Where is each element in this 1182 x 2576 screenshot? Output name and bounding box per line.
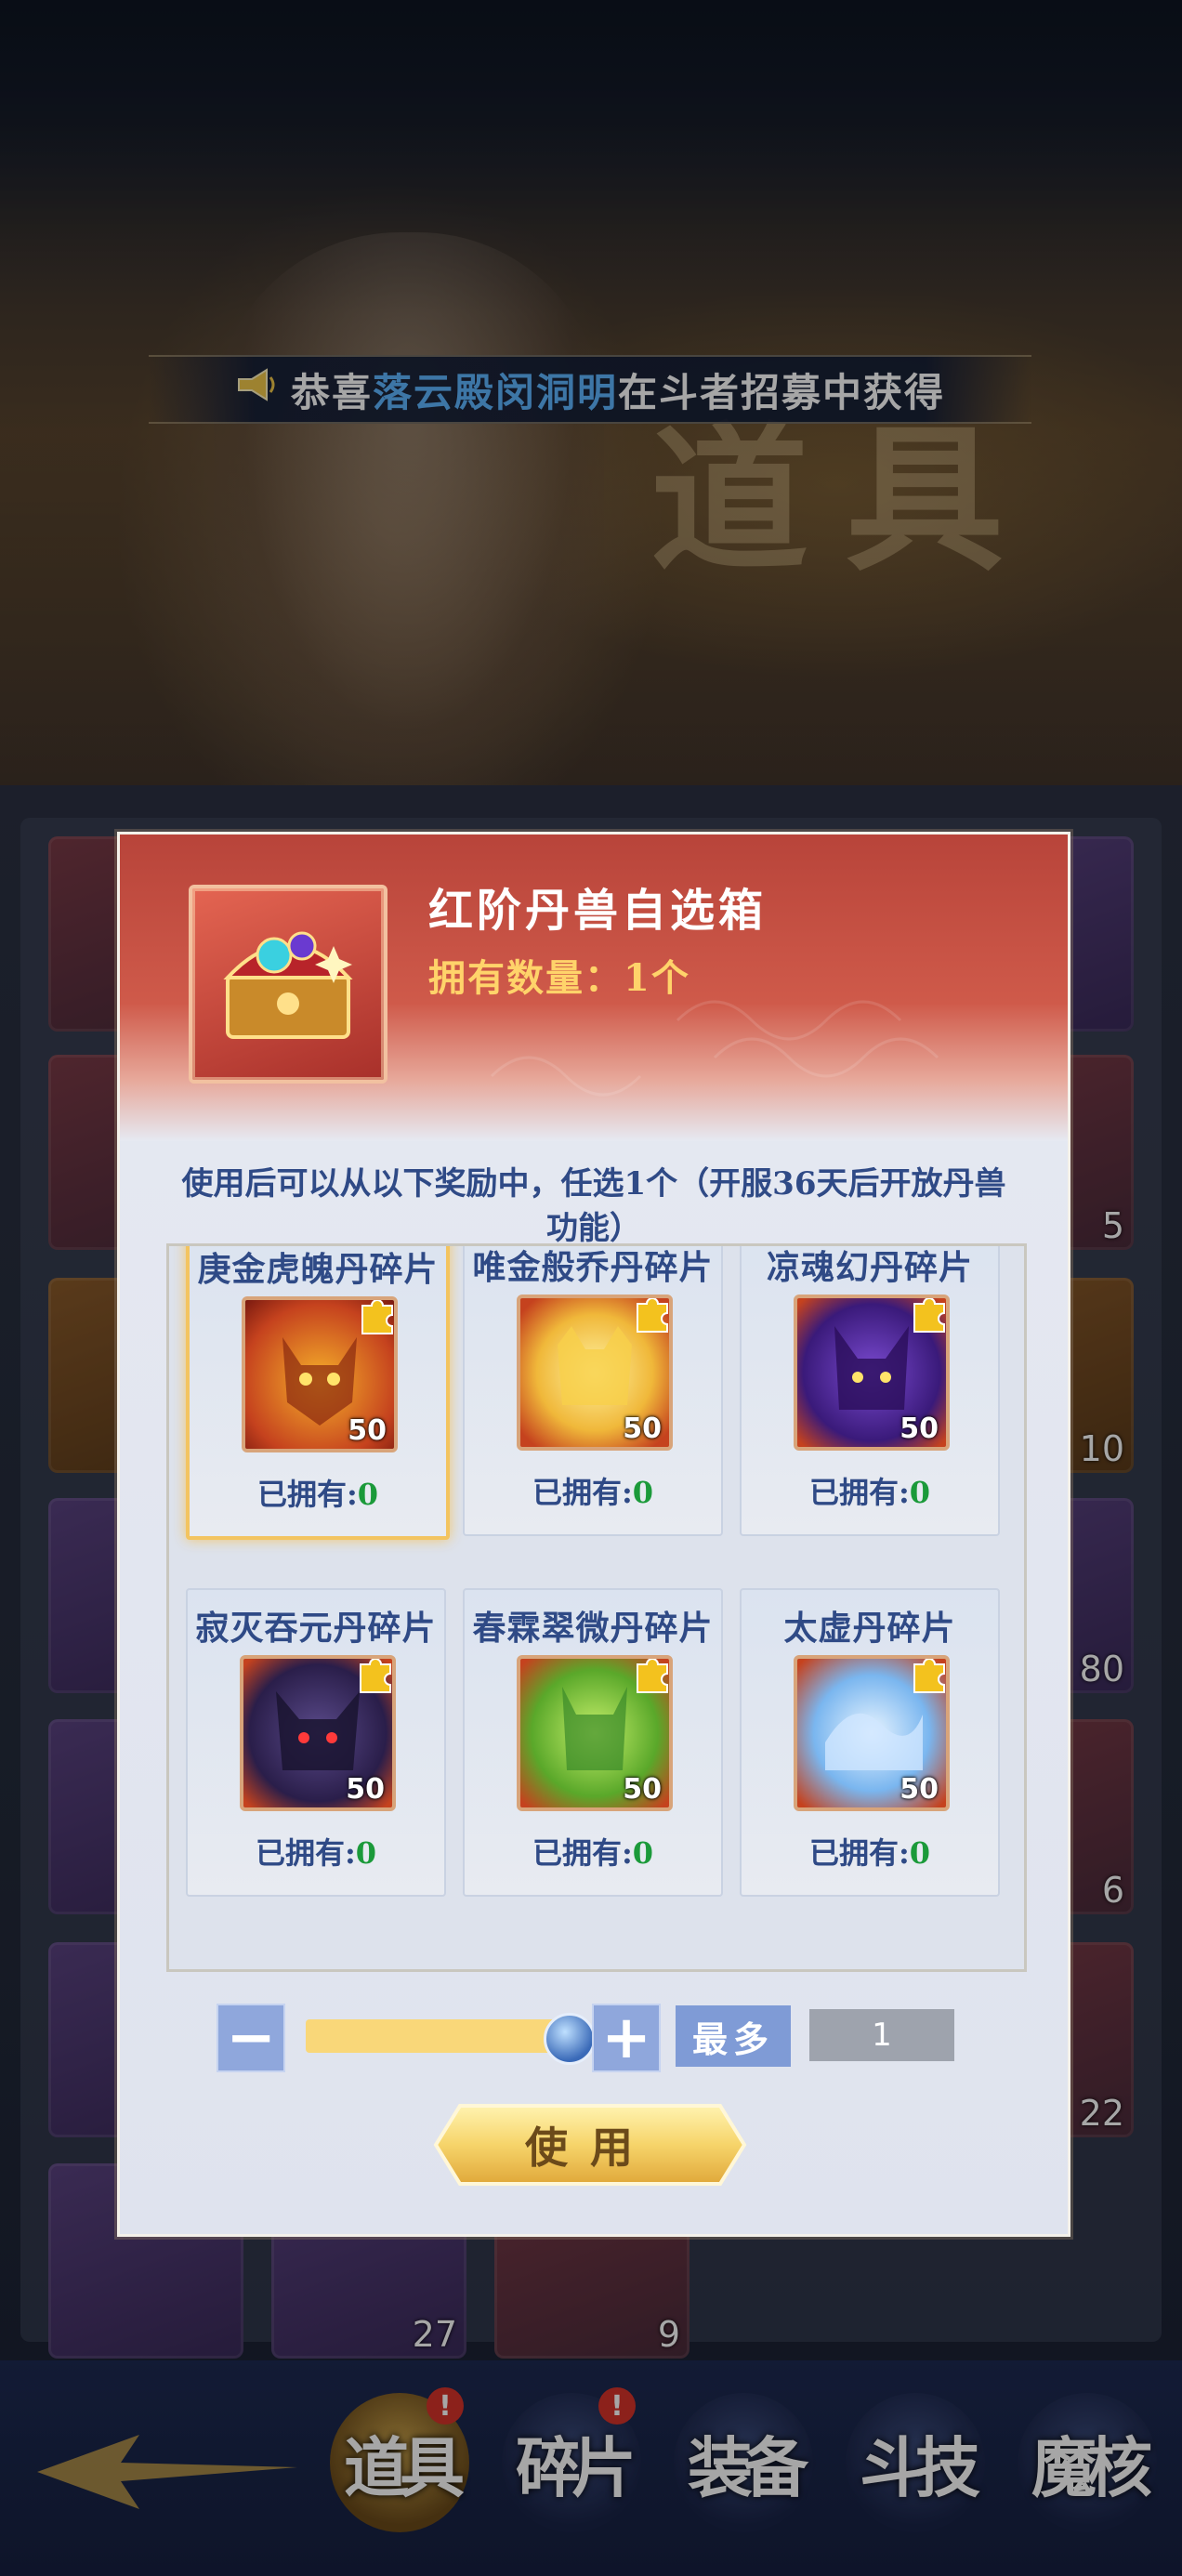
reward-count: 50 [348, 1414, 387, 1447]
dialog-header: 红阶丹兽自选箱 拥有数量：1个 [120, 835, 1068, 1141]
purple-fox-beast-icon: 50 [794, 1295, 950, 1451]
owned-value: 0 [357, 1477, 379, 1512]
increase-button[interactable]: + [592, 2004, 661, 2072]
reward-owned: 已拥有:0 [742, 1830, 998, 1873]
item-icon-frame [189, 885, 387, 1084]
dialog-item-name: 红阶丹兽自选箱 [428, 885, 768, 937]
reward-name: 太虚丹碎片 [783, 1609, 956, 1648]
reward-options-list[interactable]: 庚金虎魄丹碎片 50 已拥有:0 唯金般乔丹碎片 50 已拥有:0 凉魂幻丹碎片… [166, 1243, 1027, 1972]
fragment-puzzle-icon [360, 1659, 391, 1693]
reward-count: 50 [900, 1413, 939, 1445]
reward-name: 寂灭吞元丹碎片 [195, 1609, 437, 1648]
reward-count: 50 [900, 1773, 939, 1806]
reward-name: 唯金般乔丹碎片 [472, 1248, 714, 1287]
reward-count: 50 [346, 1773, 385, 1806]
reward-owned: 已拥有:0 [465, 1830, 721, 1873]
owned-value: 0 [355, 1835, 377, 1871]
reward-count: 50 [623, 1413, 662, 1445]
reward-name: 凉魂幻丹碎片 [766, 1248, 973, 1287]
owned-label: 已拥有: [255, 1835, 356, 1871]
gold-cat-beast-icon: 50 [517, 1295, 673, 1451]
owned-label: 已拥有: [532, 1475, 633, 1510]
green-deer-beast-icon: 50 [517, 1655, 673, 1811]
fragment-puzzle-icon [637, 1298, 668, 1333]
owned-label: 已拥有: [808, 1835, 910, 1871]
reward-card[interactable]: 唯金般乔丹碎片 50 已拥有:0 [463, 1246, 723, 1536]
owned-value: 0 [909, 1475, 931, 1510]
owned-value: 0 [909, 1835, 931, 1871]
fragment-puzzle-icon [361, 1300, 393, 1334]
reward-card[interactable]: 太虚丹碎片 50 已拥有:0 [740, 1588, 1000, 1897]
reward-card[interactable]: 庚金虎魄丹碎片 50 已拥有:0 [186, 1246, 450, 1540]
reward-count: 50 [623, 1773, 662, 1806]
blue-mist-beast-icon: 50 [794, 1655, 950, 1811]
use-button[interactable]: 使用 [432, 2102, 748, 2188]
reward-owned: 已拥有:0 [742, 1469, 998, 1512]
max-button[interactable]: 最多 [676, 2005, 791, 2067]
owned-label: 已拥有: [532, 1835, 633, 1871]
reward-name: 春霖翠微丹碎片 [472, 1609, 714, 1648]
fragment-puzzle-icon [913, 1659, 945, 1693]
reward-card[interactable]: 春霖翠微丹碎片 50 已拥有:0 [463, 1588, 723, 1897]
tiger-beast-icon: 50 [242, 1296, 398, 1452]
item-select-dialog: 红阶丹兽自选箱 拥有数量：1个 使用后可以从以下奖励中，任选1个（开服36天后开… [117, 832, 1070, 2237]
reward-name: 庚金虎魄丹碎片 [197, 1250, 439, 1289]
reward-owned: 已拥有:0 [465, 1469, 721, 1512]
owned-value: 0 [632, 1835, 654, 1871]
dialog-owned-count: 拥有数量：1个 [428, 956, 690, 1000]
owned-value: 0 [632, 1475, 654, 1510]
owned-label: 已拥有: [256, 1477, 358, 1512]
fragment-puzzle-icon [637, 1659, 668, 1693]
reward-owned: 已拥有:0 [190, 1471, 446, 1514]
dark-wolf-beast-icon: 50 [240, 1655, 396, 1811]
dialog-description: 使用后可以从以下奖励中，任选1个（开服36天后开放丹兽功能） [181, 1165, 1006, 1247]
quantity-slider-handle[interactable] [544, 2013, 596, 2065]
quantity-input[interactable]: 1 [809, 2009, 954, 2061]
decrease-button[interactable]: − [217, 2004, 285, 2072]
quantity-slider-track[interactable] [306, 2019, 575, 2053]
reward-owned: 已拥有:0 [188, 1830, 444, 1873]
owned-label: 已拥有: [808, 1475, 910, 1510]
treasure-chest-icon [223, 931, 353, 1039]
reward-card[interactable]: 寂灭吞元丹碎片 50 已拥有:0 [186, 1588, 446, 1897]
reward-card[interactable]: 凉魂幻丹碎片 50 已拥有:0 [740, 1246, 1000, 1536]
fragment-puzzle-icon [913, 1298, 945, 1333]
